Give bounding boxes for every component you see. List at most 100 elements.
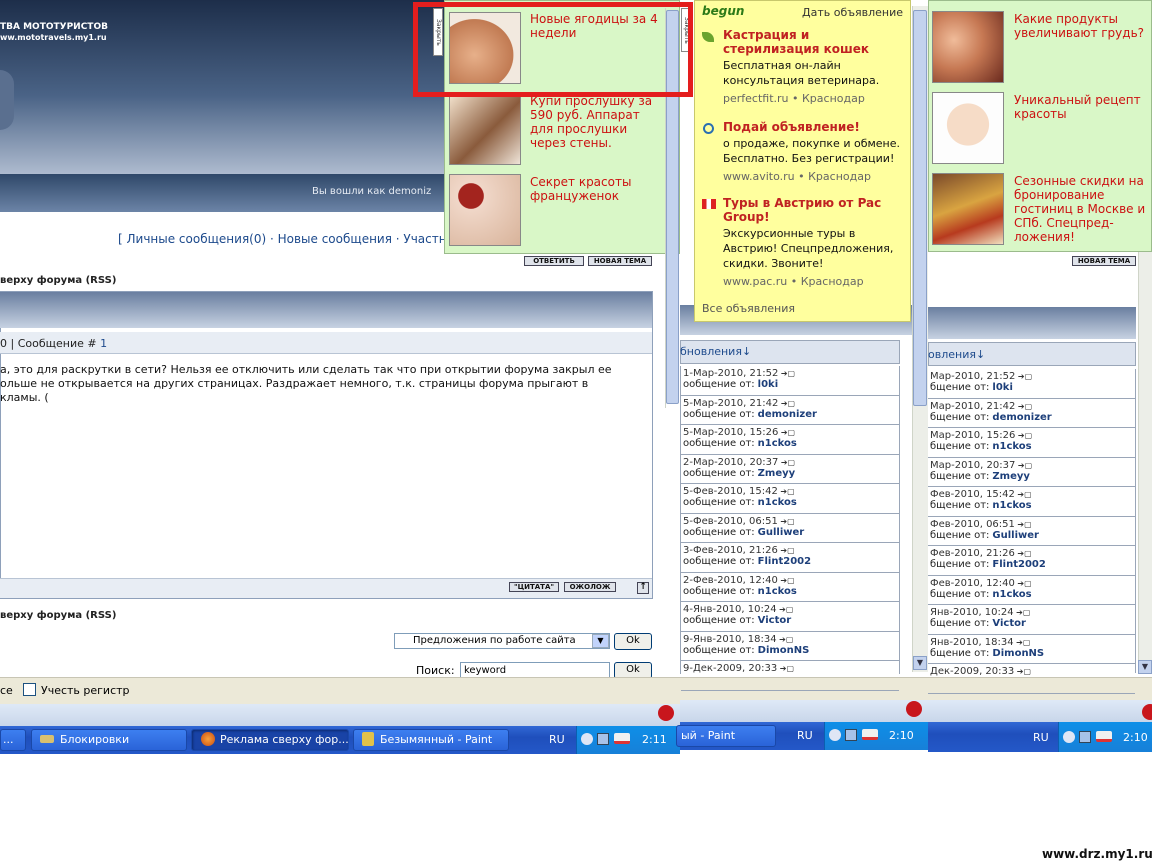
ad-link[interactable]: Сезонные скидки на бронирование гостиниц…	[1014, 174, 1150, 244]
row-author[interactable]: l0ki	[758, 379, 778, 390]
table-row[interactable]: Фев-2010, 15:42 ➔▢ бщение от: n1ckos	[928, 487, 1135, 517]
row-author[interactable]: DimonNS	[758, 645, 810, 656]
begun-ad-url[interactable]: perfectfit.ru • Краснодар	[723, 92, 909, 105]
row-author[interactable]: demonizer	[992, 412, 1051, 423]
begun-ad-item[interactable]: Кастрация и стерилизация кошек Бесплатна…	[723, 28, 909, 105]
go-to-post-icon[interactable]: ➔▢	[1015, 431, 1032, 440]
go-to-post-icon[interactable]: ➔▢	[777, 664, 794, 673]
table-row[interactable]: Мар-2010, 21:52 ➔▢ бщение от: l0ki	[928, 369, 1135, 399]
go-to-post-icon[interactable]: ➔▢	[1014, 667, 1031, 676]
go-to-post-icon[interactable]: ➔▢	[1014, 608, 1030, 617]
adblock-icon[interactable]	[658, 705, 674, 721]
table-row[interactable]: Мар-2010, 20:37 ➔▢ бщение от: Zmeyy	[928, 458, 1135, 487]
go-to-post-icon[interactable]: ➔▢	[1015, 490, 1031, 499]
row-author[interactable]: DimonNS	[992, 648, 1044, 659]
table-row[interactable]: 1-Мар-2010, 21:52 ➔▢ ообщение от: l0ki	[681, 366, 899, 396]
row-author[interactable]: n1ckos	[758, 586, 797, 597]
updates-sort-link[interactable]: овления↓	[928, 348, 985, 361]
row-author[interactable]: n1ckos	[992, 441, 1031, 452]
begun-ad-url[interactable]: www.pac.ru • Краснодар	[723, 275, 909, 288]
table-row[interactable]: 4-Янв-2010, 10:24 ➔▢ ообщение от: Victor	[681, 602, 899, 632]
table-row[interactable]: Мар-2010, 15:26 ➔▢ бщение от: n1ckos	[928, 428, 1135, 458]
row-author[interactable]: Gulliwer	[992, 530, 1039, 541]
go-to-post-icon[interactable]: ➔▢	[1015, 549, 1031, 558]
ad-image[interactable]	[932, 173, 1004, 245]
go-to-post-icon[interactable]: ➔▢	[778, 399, 795, 408]
network-icon[interactable]	[845, 729, 857, 741]
go-to-post-icon[interactable]: ➔▢	[1015, 461, 1032, 470]
ad-image[interactable]	[449, 174, 521, 246]
language-indicator[interactable]: RU	[797, 729, 813, 742]
go-to-post-icon[interactable]: ➔▢	[1015, 372, 1032, 381]
row-author[interactable]: Victor	[758, 615, 792, 626]
table-row[interactable]: Янв-2010, 18:34 ➔▢ бщение от: DimonNS	[928, 635, 1135, 664]
language-indicator[interactable]: RU	[1033, 731, 1049, 744]
complain-button[interactable]: ОЖОЛОЖ	[564, 582, 616, 592]
messenger-icon[interactable]	[1096, 731, 1112, 742]
row-author[interactable]: n1ckos	[992, 589, 1031, 600]
ad-link[interactable]: Купи прослушку за 590 руб. Аппарат для п…	[530, 94, 664, 150]
table-row[interactable]: Мар-2010, 21:42 ➔▢ бщение от: demonizer	[928, 399, 1135, 428]
messenger-icon[interactable]	[862, 729, 878, 740]
jump-ok-button[interactable]: Ok	[614, 633, 652, 650]
row-author[interactable]: Zmeyy	[758, 468, 796, 479]
forum-jump-select[interactable]: Предложения по работе сайта	[394, 633, 610, 649]
scroll-down-icon[interactable]: ▼	[913, 656, 927, 670]
quote-button[interactable]: "ЦИТАТА"	[509, 582, 559, 592]
table-row[interactable]: Фев-2010, 21:26 ➔▢ бщение от: Flint2002	[928, 546, 1135, 576]
match-case-checkbox[interactable]	[23, 683, 36, 696]
go-to-post-icon[interactable]: ➔▢	[778, 517, 794, 526]
scroll-down-icon[interactable]: ▼	[1138, 660, 1152, 674]
begun-ad-title[interactable]: Туры в Австрию от Pac Group!	[723, 196, 909, 224]
taskbar-item[interactable]: ...	[0, 729, 26, 751]
go-to-post-icon[interactable]: ➔▢	[1015, 579, 1031, 588]
row-author[interactable]: demonizer	[758, 409, 817, 420]
network-icon[interactable]	[1079, 731, 1091, 743]
go-to-post-icon[interactable]: ➔▢	[778, 576, 794, 585]
ad-image[interactable]	[449, 93, 521, 165]
table-row[interactable]: Фев-2010, 12:40 ➔▢ бщение от: n1ckos	[928, 576, 1135, 605]
go-to-post-icon[interactable]: ➔▢	[778, 369, 795, 378]
post-number-link[interactable]: 1	[100, 337, 107, 350]
place-ad-link[interactable]: Дать объявление	[802, 6, 903, 19]
chevron-down-icon[interactable]: ▼	[592, 634, 609, 648]
begun-logo[interactable]: begun	[702, 4, 744, 18]
go-to-post-icon[interactable]: ➔▢	[778, 546, 794, 555]
row-author[interactable]: Flint2002	[758, 556, 811, 567]
ad-image[interactable]	[932, 92, 1004, 164]
adblock-icon[interactable]	[1142, 704, 1152, 720]
row-author[interactable]: n1ckos	[758, 438, 797, 449]
ad-image[interactable]	[932, 11, 1004, 83]
table-row[interactable]: 9-Дек-2009, 20:33 ➔▢	[681, 661, 899, 691]
begun-ad-item[interactable]: Туры в Австрию от Pac Group! Экскурсионн…	[723, 196, 909, 288]
network-icon[interactable]	[597, 733, 609, 745]
row-author[interactable]: Gulliwer	[758, 527, 805, 538]
scrollbar[interactable]	[1138, 250, 1152, 674]
begun-ad-item[interactable]: Подай объявление! о продаже, покупке и о…	[723, 120, 909, 183]
search-input[interactable]: keyword	[460, 662, 610, 678]
new-topic-button[interactable]: НОВАЯ ТЕМА	[1072, 256, 1136, 266]
table-row[interactable]: 2-Фев-2010, 12:40 ➔▢ ообщение от: n1ckos	[681, 573, 899, 602]
table-row[interactable]: 9-Янв-2010, 18:34 ➔▢ ообщение от: DimonNS	[681, 632, 899, 661]
begun-ad-title[interactable]: Подай объявление!	[723, 120, 909, 134]
go-to-post-icon[interactable]: ➔▢	[777, 605, 793, 614]
ad-link[interactable]: Какие продукты увеличивают грудь?	[1014, 12, 1150, 40]
language-indicator[interactable]: RU	[549, 733, 565, 746]
go-to-post-icon[interactable]: ➔▢	[1015, 520, 1031, 529]
row-author[interactable]: Flint2002	[992, 559, 1045, 570]
back-icon[interactable]	[581, 733, 593, 745]
table-row[interactable]: 3-Фев-2010, 21:26 ➔▢ ообщение от: Flint200…	[681, 543, 899, 573]
table-row[interactable]: 5-Мар-2010, 15:26 ➔▢ ообщение от: n1ckos	[681, 425, 899, 455]
table-row[interactable]: 5-Фев-2010, 15:42 ➔▢ ообщение от: n1ckos	[681, 484, 899, 514]
messenger-icon[interactable]	[614, 733, 630, 744]
scroll-thumb[interactable]	[913, 10, 927, 406]
go-to-post-icon[interactable]: ➔▢	[778, 428, 795, 437]
go-to-post-icon[interactable]: ➔▢	[778, 487, 794, 496]
taskbar-item-paint[interactable]: Безымянный - Paint	[353, 729, 509, 751]
back-icon[interactable]	[1063, 731, 1075, 743]
go-to-post-icon[interactable]: ➔▢	[778, 458, 795, 467]
back-icon[interactable]	[829, 729, 841, 741]
table-row[interactable]: 5-Мар-2010, 21:42 ➔▢ ообщение от: demonize…	[681, 396, 899, 425]
ad-link[interactable]: Уникальный рецепт красоты	[1014, 93, 1150, 121]
row-author[interactable]: n1ckos	[758, 497, 797, 508]
